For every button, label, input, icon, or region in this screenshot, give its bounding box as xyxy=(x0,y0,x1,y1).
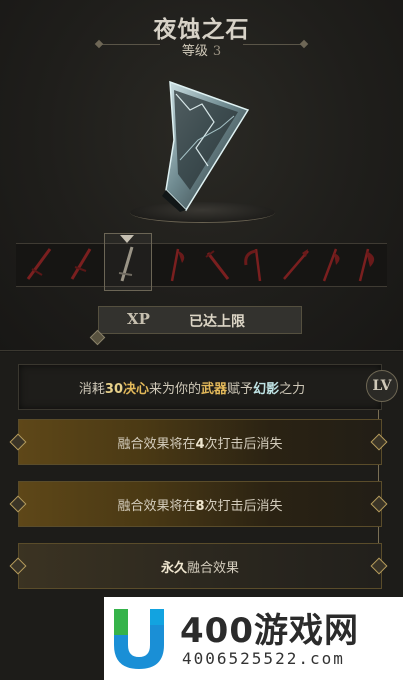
weapon-slot-2[interactable] xyxy=(64,245,98,283)
xp-label: XP xyxy=(127,310,150,328)
effect-hit-count: 4 xyxy=(195,437,205,452)
fusion-effect-text: 永久融合效果 xyxy=(19,557,381,576)
weapon-slot-6[interactable] xyxy=(240,245,274,283)
level-label: 等级 xyxy=(181,44,208,59)
xp-status-bar: XP 已达上限 xyxy=(98,306,302,334)
effect-text-post: 次打击后消失 xyxy=(204,437,283,452)
effect-text-post: 融合效果 xyxy=(187,561,240,576)
weapon-slot-9[interactable] xyxy=(348,245,382,283)
effect-hit-count: 8 xyxy=(195,499,205,514)
desc-part: 来为你的 xyxy=(149,382,202,397)
desc-part: 之力 xyxy=(279,382,306,397)
weapon-slot-4[interactable] xyxy=(158,245,192,283)
lv-badge: LV xyxy=(366,370,398,402)
desc-part: 消耗 xyxy=(78,382,105,397)
sword-icon xyxy=(70,248,92,280)
halberd-icon xyxy=(322,248,340,282)
weapon-slot-8[interactable] xyxy=(314,245,348,283)
weapon-keyword: 武器 xyxy=(201,382,228,397)
weapon-slot-3[interactable] xyxy=(110,245,144,283)
weapon-slot-7[interactable] xyxy=(278,245,312,283)
resolve-cost: 30 xyxy=(104,382,123,397)
desc-part: 赋予 xyxy=(227,382,254,397)
nightfall-stone-icon xyxy=(150,70,260,215)
axe-icon xyxy=(170,248,185,282)
weapon-slot-5[interactable] xyxy=(200,245,234,283)
site-logo-icon xyxy=(108,605,170,671)
site-domain: 4006525522.com xyxy=(182,649,345,668)
fusion-effect-text: 融合效果将在8次打击后消失 xyxy=(19,495,381,514)
effect-permanent: 永久 xyxy=(160,561,187,576)
axe-icon xyxy=(358,248,375,282)
selected-indicator-icon xyxy=(120,235,134,243)
fusion-effect-option-1[interactable]: 融合效果将在4次打击后消失 xyxy=(18,419,382,465)
fusion-description-text: 消耗30决心来为你的武器赋予幻影之力 xyxy=(19,378,365,397)
scythe-icon xyxy=(244,248,262,282)
spear-icon xyxy=(283,249,309,280)
resolve-keyword: 决心 xyxy=(123,382,150,397)
blade-icon xyxy=(205,250,230,280)
effect-text-post: 次打击后消失 xyxy=(204,499,283,514)
effect-text-pre: 融合效果将在 xyxy=(117,437,196,452)
weapon-slot-1[interactable] xyxy=(22,245,56,283)
item-level: 等级 3 xyxy=(0,40,403,59)
xp-status-text: 已达上限 xyxy=(189,314,245,330)
fusion-effect-option-3[interactable]: 永久融合效果 xyxy=(18,543,382,589)
level-value: 3 xyxy=(212,44,222,59)
sword-icon xyxy=(26,248,52,280)
effect-text-pre: 融合效果将在 xyxy=(117,499,196,514)
site-watermark: 400游戏网 4006525522.com xyxy=(104,597,403,680)
fusion-description: 消耗30决心来为你的武器赋予幻影之力 xyxy=(18,364,382,410)
site-title: 400游戏网 xyxy=(180,611,359,651)
phantom-keyword: 幻影 xyxy=(253,382,280,397)
section-divider xyxy=(0,350,403,351)
fusion-effect-option-2[interactable]: 融合效果将在8次打击后消失 xyxy=(18,481,382,527)
item-title: 夜蚀之石 xyxy=(153,17,250,43)
sword-icon xyxy=(118,246,134,282)
fusion-effect-text: 融合效果将在4次打击后消失 xyxy=(19,433,381,452)
